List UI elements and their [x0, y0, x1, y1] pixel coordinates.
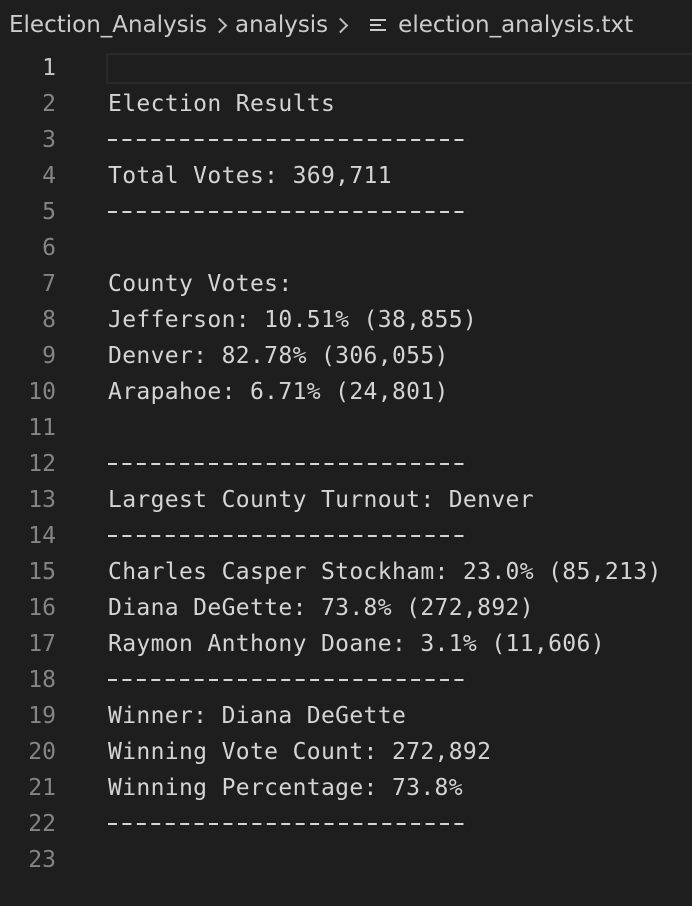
line-number: 6 [42, 235, 56, 261]
line-number: 17 [28, 631, 56, 657]
breadcrumb-item-analysis[interactable]: analysis [235, 12, 328, 38]
line-text: Jefferson: 10.51% (38,855) [108, 307, 478, 333]
code-line[interactable]: 11 [0, 410, 692, 446]
line-text: Largest County Turnout: Denver [108, 487, 534, 513]
code-line[interactable]: 22 ------------------------- [0, 806, 692, 842]
line-number: 23 [28, 847, 56, 873]
line-text: Arapahoe: 6.71% (24,801) [108, 379, 449, 405]
line-number: 2 [42, 91, 56, 117]
line-text: Diana DeGette: 73.8% (272,892) [108, 595, 534, 621]
line-text: Winner: Diana DeGette [108, 703, 407, 729]
code-line[interactable]: 23 [0, 842, 692, 878]
code-line[interactable]: 14 ------------------------- [0, 518, 692, 554]
line-text: ------------------------- [108, 811, 463, 837]
line-number: 8 [42, 307, 56, 333]
line-text: Winning Vote Count: 272,892 [108, 739, 492, 765]
line-number: 13 [28, 487, 56, 513]
line-number: 19 [28, 703, 56, 729]
code-editor[interactable]: 12Election Results3---------------------… [0, 50, 692, 906]
line-text: County Votes: [108, 271, 293, 297]
breadcrumb-item-election-analysis[interactable]: Election_Analysis [9, 12, 207, 38]
line-number: 16 [28, 595, 56, 621]
code-line[interactable]: 6 [0, 230, 692, 266]
code-line[interactable]: 10 Arapahoe: 6.71% (24,801) [0, 374, 692, 410]
code-line[interactable]: 16 Diana DeGette: 73.8% (272,892) [0, 590, 692, 626]
line-text: ------------------------- [108, 127, 463, 153]
breadcrumb-item-file[interactable]: election_analysis.txt [398, 12, 633, 38]
line-text: Election Results [108, 91, 336, 117]
line-text: ------------------------- [108, 523, 463, 549]
line-text: ------------------------- [108, 451, 463, 477]
code-line[interactable]: 3 ------------------------- [0, 122, 692, 158]
line-text: ------------------------- [108, 199, 463, 225]
line-text: Charles Casper Stockham: 23.0% (85,213) [108, 559, 662, 585]
code-line[interactable]: 15 Charles Casper Stockham: 23.0% (85,213… [0, 554, 692, 590]
code-line[interactable]: 8 Jefferson: 10.51% (38,855) [0, 302, 692, 338]
line-text: ------------------------- [108, 667, 463, 693]
code-line[interactable]: 17 Raymon Anthony Doane: 3.1% (11,606) [0, 626, 692, 662]
line-number: 5 [42, 199, 56, 225]
code-line[interactable]: 4 Total Votes: 369,711 [0, 158, 692, 194]
code-line[interactable]: 21 Winning Percentage: 73.8% [0, 770, 692, 806]
code-line[interactable]: 2 Election Results [0, 86, 692, 122]
line-number: 22 [28, 811, 56, 837]
code-line[interactable]: 7 County Votes: [0, 266, 692, 302]
code-line[interactable]: 18 ------------------------- [0, 662, 692, 698]
line-number: 20 [28, 739, 56, 765]
text-file-icon [370, 17, 387, 33]
code-line[interactable]: 12 ------------------------- [0, 446, 692, 482]
code-line[interactable]: 19 Winner: Diana DeGette [0, 698, 692, 734]
breadcrumb: Election_Analysis analysis election_anal… [0, 0, 692, 50]
chevron-right-icon [211, 14, 233, 36]
line-number: 7 [42, 271, 56, 297]
line-number: 4 [42, 163, 56, 189]
line-text: Winning Percentage: 73.8% [108, 775, 463, 801]
line-number: 9 [42, 343, 56, 369]
code-line[interactable]: 1 [0, 50, 692, 86]
line-number: 10 [28, 379, 56, 405]
code-line[interactable]: 5 ------------------------- [0, 194, 692, 230]
line-number: 3 [42, 127, 56, 153]
line-text: Denver: 82.78% (306,055) [108, 343, 449, 369]
chevron-right-icon [332, 14, 354, 36]
code-line[interactable]: 13 Largest County Turnout: Denver [0, 482, 692, 518]
line-number: 11 [28, 415, 56, 441]
line-text: Raymon Anthony Doane: 3.1% (11,606) [108, 631, 605, 657]
code-line[interactable]: 9 Denver: 82.78% (306,055) [0, 338, 692, 374]
line-number: 14 [28, 523, 56, 549]
line-number: 21 [28, 775, 56, 801]
code-line[interactable]: 20 Winning Vote Count: 272,892 [0, 734, 692, 770]
line-number: 15 [28, 559, 56, 585]
line-text: Total Votes: 369,711 [108, 163, 392, 189]
line-number: 12 [28, 451, 56, 477]
line-number: 1 [42, 55, 56, 81]
line-number: 18 [28, 667, 56, 693]
